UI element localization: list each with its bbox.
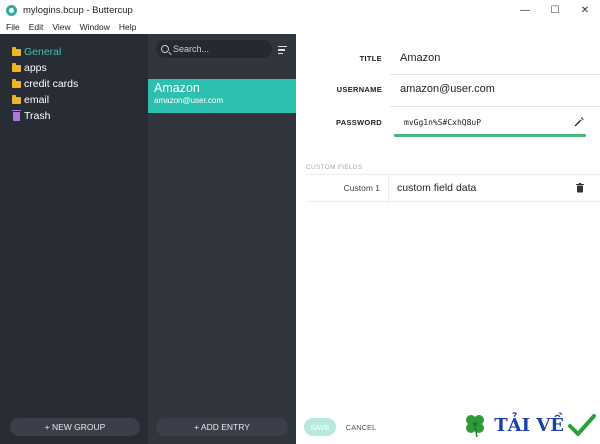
menu-edit[interactable]: Edit (29, 22, 44, 32)
divider (388, 175, 389, 203)
custom-fields-header: CUSTOM FIELDS (306, 164, 363, 171)
group-label: credit cards (24, 78, 79, 90)
new-group-button[interactable]: + NEW GROUP (10, 418, 140, 436)
window-title: mylogins.bcup - Buttercup (23, 4, 133, 16)
search-input[interactable] (173, 44, 263, 54)
group-list: General apps credit cards email Trash (0, 34, 148, 124)
username-row: USERNAME amazon@user.com (296, 73, 600, 105)
cancel-button[interactable]: CANCEL (342, 418, 380, 436)
custom-field-label[interactable]: Custom 1 (306, 183, 380, 193)
minimize-button[interactable]: — (510, 0, 540, 20)
menu-help[interactable]: Help (119, 22, 136, 32)
title-field[interactable]: Amazon (400, 52, 440, 64)
save-button[interactable]: SAVE (304, 418, 336, 436)
entry-username: amazon@user.com (154, 96, 224, 105)
folder-icon (12, 46, 21, 56)
search-box[interactable] (156, 40, 272, 58)
folder-icon (12, 94, 21, 104)
group-item-email[interactable]: email (0, 92, 148, 108)
title-label: TITLE (359, 53, 382, 63)
menu-file[interactable]: File (6, 22, 20, 32)
delete-icon[interactable] (576, 183, 584, 193)
trash-icon (12, 109, 21, 121)
title-bar: mylogins.bcup - Buttercup — ☐ ✕ (0, 0, 600, 20)
clover-icon (466, 415, 485, 438)
username-field[interactable]: amazon@user.com (400, 83, 495, 95)
watermark: TẢI VỀ (462, 410, 596, 440)
entries-panel: Amazon amazon@user.com + ADD ENTRY (148, 34, 296, 444)
magic-wand-icon[interactable] (574, 117, 584, 127)
group-item-apps[interactable]: apps (0, 60, 148, 76)
group-item-credit-cards[interactable]: credit cards (0, 76, 148, 92)
folder-icon (12, 78, 21, 88)
custom-field-row: Custom 1 custom field data (306, 174, 600, 203)
search-icon (161, 45, 169, 53)
group-item-general[interactable]: General (0, 44, 148, 60)
checkmark-icon (568, 414, 596, 436)
menu-window[interactable]: Window (80, 22, 110, 32)
group-label: General (24, 46, 62, 58)
add-entry-button[interactable]: + ADD ENTRY (156, 418, 288, 436)
entry-details: TITLE Amazon USERNAME amazon@user.com PA… (296, 34, 600, 444)
password-field[interactable]: mvGg1n%S#CxhQ8uP (404, 118, 481, 127)
group-label: Trash (24, 110, 51, 122)
group-label: apps (24, 62, 47, 74)
title-row: TITLE Amazon (296, 42, 600, 74)
password-label: PASSWORD (335, 117, 382, 127)
group-item-trash[interactable]: Trash (0, 108, 148, 124)
password-strength-bar (394, 134, 586, 137)
close-button[interactable]: ✕ (570, 0, 600, 20)
buttercup-app-icon (6, 4, 17, 16)
menu-bar: File Edit View Window Help (0, 20, 600, 34)
window-controls: — ☐ ✕ (510, 0, 600, 20)
group-label: email (24, 94, 50, 106)
entry-title: Amazon (154, 81, 200, 95)
groups-sidebar: General apps credit cards email Trash + … (0, 34, 148, 444)
custom-field-value[interactable]: custom field data (397, 182, 476, 194)
maximize-button[interactable]: ☐ (540, 0, 570, 20)
sort-icon[interactable] (278, 46, 287, 54)
watermark-text: TẢI VỀ (494, 414, 564, 436)
folder-icon (12, 62, 21, 72)
entry-item-amazon[interactable]: Amazon amazon@user.com (148, 79, 296, 113)
menu-view[interactable]: View (52, 22, 70, 32)
username-label: USERNAME (336, 84, 382, 94)
